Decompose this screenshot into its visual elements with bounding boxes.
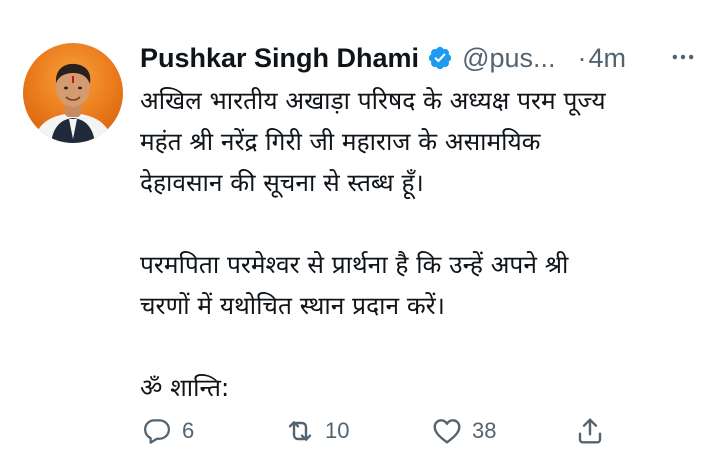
like-button[interactable]: 38 xyxy=(430,412,496,450)
tweet-text: अखिल भारतीय अखाड़ा परिषद के अध्यक्ष परम … xyxy=(140,80,700,408)
tweet-line: चरणों में यथोचित स्थान प्रदान करें। xyxy=(140,291,445,320)
tweet-line: महंत श्री नरेंद्र गिरी जी महाराज के असाम… xyxy=(140,127,541,156)
retweet-count: 10 xyxy=(325,418,350,443)
author-name[interactable]: Pushkar Singh Dhami xyxy=(140,43,419,74)
reply-button[interactable]: 6 xyxy=(140,412,194,450)
like-icon xyxy=(430,414,464,448)
retweet-button[interactable]: 10 xyxy=(283,412,349,450)
tweet-line: देहावसान की सूचना से स्तब्ध हूँ। xyxy=(140,168,424,197)
tweet-timestamp[interactable]: 4m xyxy=(589,43,627,74)
author-handle[interactable]: @pus... xyxy=(462,43,555,74)
tweet-actions: 6 10 38 xyxy=(140,412,620,450)
share-icon xyxy=(573,414,607,448)
retweet-icon xyxy=(283,414,317,448)
reply-icon xyxy=(140,414,174,448)
verified-badge-icon xyxy=(427,45,453,71)
more-options-icon[interactable] xyxy=(666,40,700,74)
tweet-line: अखिल भारतीय अखाड़ा परिषद के अध्यक्ष परम … xyxy=(140,86,606,115)
share-button[interactable] xyxy=(573,412,607,450)
tweet[interactable]: Pushkar Singh Dhami @pus... · 4m अखिल भा… xyxy=(0,0,720,475)
tweet-line: परमपिता परमेश्वर से प्रार्थना है कि उन्ह… xyxy=(140,250,569,279)
tweet-line: ॐ शान्ति: xyxy=(140,373,230,402)
header-separator: · xyxy=(577,42,587,73)
reply-count: 6 xyxy=(182,418,195,443)
avatar-image xyxy=(23,43,123,143)
tweet-header: Pushkar Singh Dhami @pus... · 4m xyxy=(140,38,700,78)
avatar[interactable] xyxy=(23,43,123,143)
like-count: 38 xyxy=(472,418,497,443)
